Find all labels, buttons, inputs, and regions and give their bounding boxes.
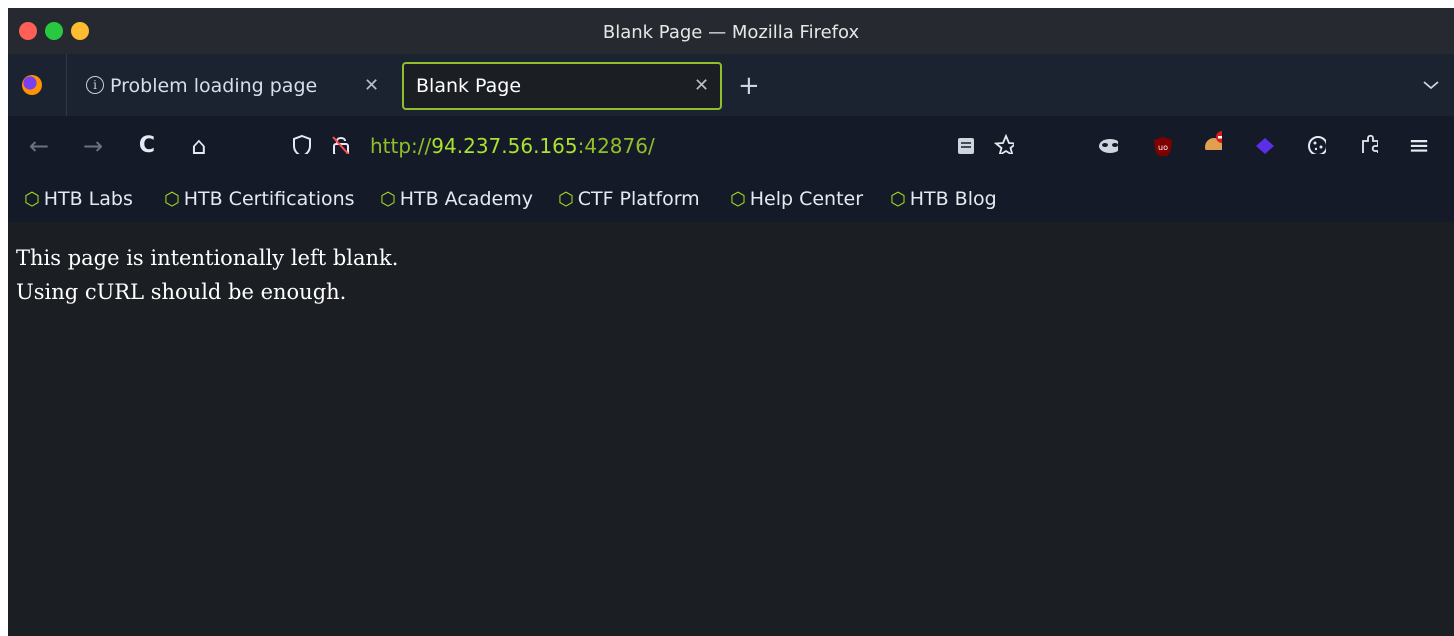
extension-mask-icon[interactable] [1098, 136, 1118, 156]
purple-gem-extension-icon[interactable] [1254, 136, 1274, 156]
cookie-icon[interactable] [1306, 134, 1326, 154]
title-bar: Blank Page — Mozilla Firefox [8, 8, 1454, 54]
firefox-view-button[interactable] [8, 54, 67, 116]
tab-label: Problem loading page [110, 75, 318, 97]
cube-icon: ⬡ [890, 189, 906, 210]
bookmark-label: HTB Academy [399, 188, 533, 210]
cube-icon: ⬡ [164, 189, 180, 210]
close-tab-icon[interactable]: ✕ [364, 62, 379, 110]
url-scheme: http:// [370, 134, 432, 158]
bookmark-label: CTF Platform [577, 188, 700, 210]
svg-text:uo: uo [1158, 143, 1168, 152]
bookmark-label: HTB Certifications [183, 188, 355, 210]
window-title: Blank Page — Mozilla Firefox [602, 22, 860, 43]
tab-label: Blank Page [416, 75, 522, 97]
bookmark-label: Help Center [749, 188, 864, 210]
bookmarks-toolbar: ⬡ HTB Labs ⬡ HTB Certifications ⬡ HTB Acade… [8, 176, 1454, 222]
reader-mode-icon[interactable] [956, 136, 976, 156]
bookmark-htb-blog[interactable]: ⬡ HTB Blog [890, 176, 997, 222]
ublock-origin-icon[interactable]: uo [1153, 136, 1173, 156]
app-menu-button[interactable]: ≡ [1404, 116, 1434, 176]
cube-icon: ⬡ [558, 189, 574, 210]
cube-icon: ⬡ [380, 189, 396, 210]
tab-list-chevron-down-icon[interactable] [1422, 62, 1440, 110]
insecure-connection-lock-icon[interactable] [330, 134, 350, 154]
browser-window: Blank Page — Mozilla Firefox i Problem l… [8, 8, 1454, 636]
close-tab-icon[interactable]: ✕ [694, 64, 709, 108]
bookmark-htb-academy[interactable]: ⬡ HTB Academy [380, 176, 533, 222]
bookmark-help-center[interactable]: ⬡ Help Center [730, 176, 863, 222]
cube-icon: ⬡ [730, 189, 746, 210]
page-content: This page is intentionally left blank. U… [8, 222, 1454, 636]
extensions-puzzle-icon[interactable] [1358, 133, 1378, 153]
tab-strip: i Problem loading page ✕ Blank Page ✕ + [8, 54, 1454, 116]
tab-blank-page[interactable]: Blank Page ✕ [402, 62, 722, 110]
page-text-line: Using cURL should be enough. [16, 280, 347, 304]
info-icon: i [86, 76, 104, 94]
cube-icon: ⬡ [24, 189, 40, 210]
url-bar[interactable]: http://94.237.56.165:42876/ [370, 116, 655, 176]
home-button[interactable]: ⌂ [186, 116, 212, 176]
page-text-line: This page is intentionally left blank. [16, 246, 399, 270]
bookmark-label: HTB Labs [43, 188, 133, 210]
tracking-protection-shield-icon[interactable] [291, 134, 311, 154]
forward-button[interactable]: → [80, 116, 106, 176]
cookie-blocker-extension-icon[interactable] [1202, 130, 1222, 150]
url-port-path: :42876/ [577, 134, 655, 158]
firefox-logo-icon [22, 75, 42, 95]
navigation-toolbar: ← → C ⌂ http://94.237.56.165:42876/ uo ≡ [8, 116, 1454, 176]
tab-problem-loading[interactable]: i Problem loading page ✕ [72, 62, 396, 110]
reload-button[interactable]: C [134, 116, 160, 176]
bookmark-label: HTB Blog [909, 188, 997, 210]
url-host: 94.237.56.165 [431, 134, 578, 158]
bookmark-ctf-platform[interactable]: ⬡ CTF Platform [558, 176, 700, 222]
bookmark-star-icon[interactable] [994, 134, 1014, 154]
new-tab-button[interactable]: + [738, 62, 760, 110]
back-button[interactable]: ← [26, 116, 52, 176]
bookmark-htb-labs[interactable]: ⬡ HTB Labs [24, 176, 133, 222]
bookmark-htb-certifications[interactable]: ⬡ HTB Certifications [164, 176, 355, 222]
